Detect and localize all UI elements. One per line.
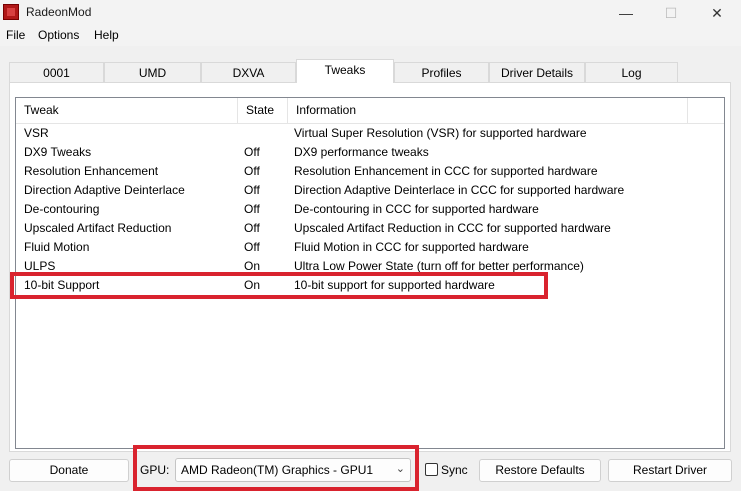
list-item[interactable]: Fluid Motion Off Fluid Motion in CCC for… <box>16 238 724 257</box>
list-item[interactable]: Resolution Enhancement Off Resolution En… <box>16 162 724 181</box>
tab-umd[interactable]: UMD <box>104 62 201 82</box>
list-header: Tweak State Information <box>16 98 724 124</box>
tweak-info: DX9 performance tweaks <box>294 145 429 159</box>
tweak-name: De-contouring <box>24 202 100 216</box>
menu-options[interactable]: Options <box>38 28 79 42</box>
tweak-name: DX9 Tweaks <box>24 145 92 159</box>
tab-0001[interactable]: 0001 <box>9 62 104 82</box>
list-item[interactable]: VSR Virtual Super Resolution (VSR) for s… <box>16 124 724 143</box>
tab-dxva[interactable]: DXVA <box>201 62 296 82</box>
menu-bar: File Options Help <box>0 26 741 46</box>
tweak-info: Fluid Motion in CCC for supported hardwa… <box>294 240 529 254</box>
tweak-name: Direction Adaptive Deinterlace <box>24 183 185 197</box>
column-header-state[interactable]: State <box>238 98 288 123</box>
app-icon <box>3 4 19 20</box>
maximize-button[interactable]: ☐ <box>648 0 694 26</box>
list-item[interactable]: De-contouring Off De-contouring in CCC f… <box>16 200 724 219</box>
restore-defaults-button[interactable]: Restore Defaults <box>479 459 601 482</box>
list-item[interactable]: DX9 Tweaks Off DX9 performance tweaks <box>16 143 724 162</box>
tweak-name: Upscaled Artifact Reduction <box>24 221 172 235</box>
tweak-name: VSR <box>24 126 49 140</box>
sync-label[interactable]: Sync <box>441 463 468 477</box>
tweak-state: Off <box>244 202 260 216</box>
tweak-state: Off <box>244 164 260 178</box>
donate-button[interactable]: Donate <box>9 459 129 482</box>
tweak-state: Off <box>244 183 260 197</box>
tweak-info: Virtual Super Resolution (VSR) for suppo… <box>294 126 587 140</box>
tweak-info: Upscaled Artifact Reduction in CCC for s… <box>294 221 611 235</box>
tab-tweaks[interactable]: Tweaks <box>296 59 394 83</box>
tweaks-panel: Tweak State Information VSR Virtual Supe… <box>9 82 731 452</box>
tweak-state: Off <box>244 240 260 254</box>
tab-profiles[interactable]: Profiles <box>394 62 489 82</box>
restart-driver-button[interactable]: Restart Driver <box>608 459 732 482</box>
menu-help[interactable]: Help <box>94 28 119 42</box>
sync-checkbox[interactable] <box>425 463 438 476</box>
highlight-box-10bit-row <box>10 272 548 299</box>
highlight-box-gpu <box>133 445 419 491</box>
list-rows: VSR Virtual Super Resolution (VSR) for s… <box>16 124 724 295</box>
tab-driver-details[interactable]: Driver Details <box>489 62 585 82</box>
window-title: RadeonMod <box>26 5 92 19</box>
tweak-state: Off <box>244 145 260 159</box>
tweak-info: De-contouring in CCC for supported hardw… <box>294 202 539 216</box>
tweak-info: Resolution Enhancement in CCC for suppor… <box>294 164 598 178</box>
tweak-state: Off <box>244 221 260 235</box>
list-item[interactable]: Direction Adaptive Deinterlace Off Direc… <box>16 181 724 200</box>
tweak-name: Resolution Enhancement <box>24 164 159 178</box>
close-button[interactable]: ✕ <box>694 0 740 26</box>
column-header-tweak[interactable]: Tweak <box>16 98 238 123</box>
tweak-name: Fluid Motion <box>24 240 90 254</box>
column-header-information[interactable]: Information <box>288 98 688 123</box>
tab-log[interactable]: Log <box>585 62 678 82</box>
tweak-info: Direction Adaptive Deinterlace in CCC fo… <box>294 183 625 197</box>
title-bar: RadeonMod — ☐ ✕ <box>0 0 741 26</box>
list-item[interactable]: Upscaled Artifact Reduction Off Upscaled… <box>16 219 724 238</box>
minimize-button[interactable]: — <box>603 0 649 26</box>
menu-file[interactable]: File <box>6 28 25 42</box>
